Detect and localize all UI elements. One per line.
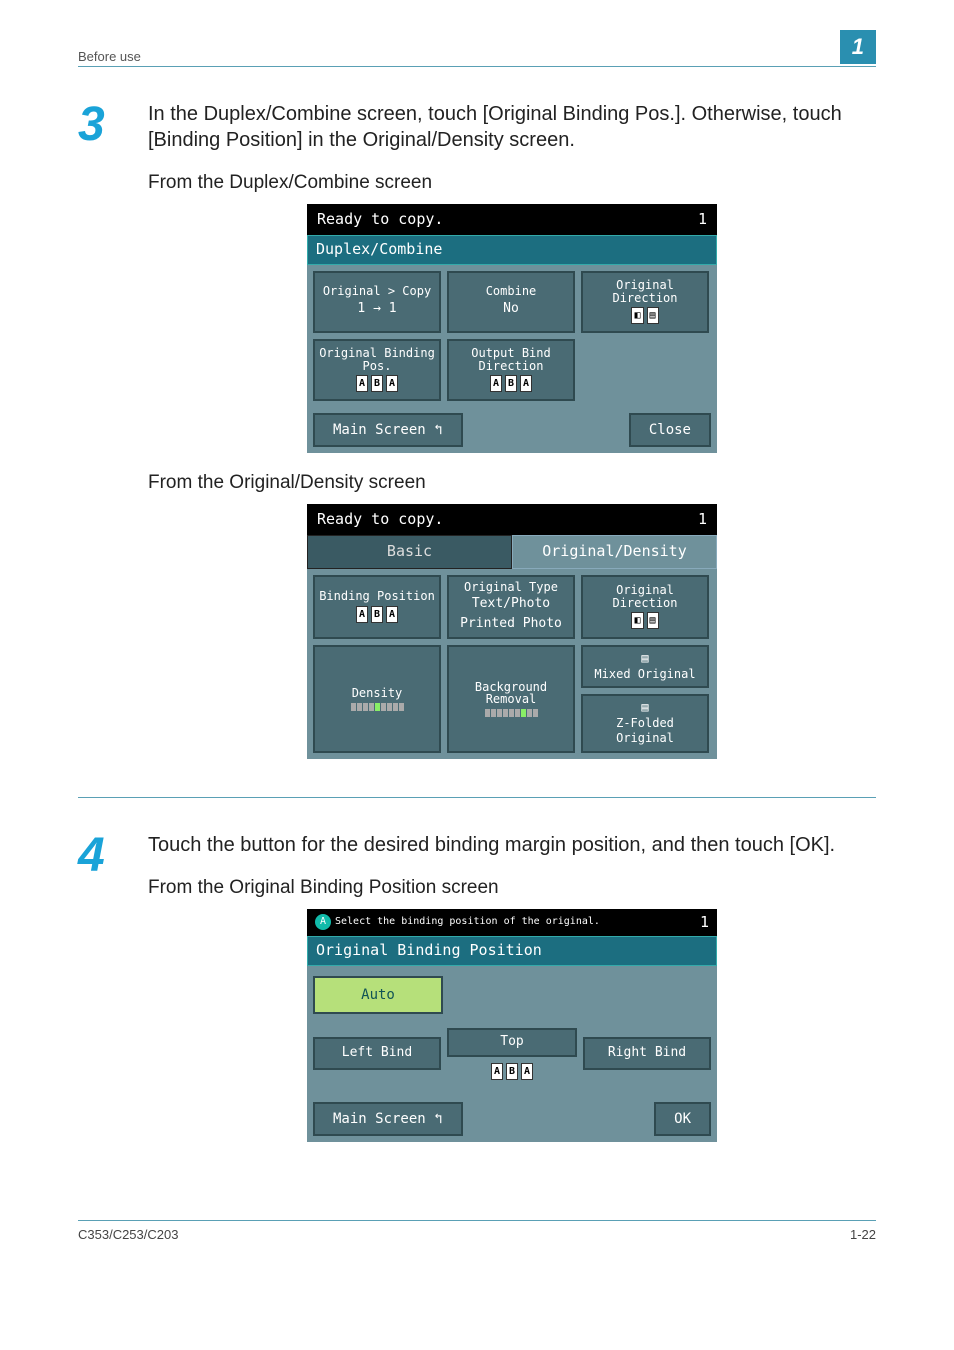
btn-z-folded-original[interactable]: ▤ Z-Folded Original [581, 694, 709, 753]
footer-page: 1-22 [850, 1227, 876, 1242]
screen-title: Original Binding Position [307, 936, 717, 966]
caption-original-density: From the Original/Density screen [148, 471, 876, 496]
ab-icon: ABA [317, 606, 437, 623]
chapter-number: 1 [840, 30, 876, 64]
ab-icon: ABA [317, 375, 437, 392]
status-text: Ready to copy. [317, 510, 443, 530]
btn-original-direction[interactable]: Original Direction ◧▤ [581, 271, 709, 333]
btn-original-copy[interactable]: Original > Copy 1 → 1 [313, 271, 441, 333]
screen-original-density: Ready to copy. 1 Basic Original/Density … [307, 504, 717, 759]
btn-background-removal[interactable]: Background Removal [447, 645, 575, 753]
header-section: Before use [78, 49, 141, 64]
btn-combine[interactable]: Combine No [447, 271, 575, 333]
status-text: Select the binding position of the origi… [335, 916, 600, 927]
step-number-4: 4 [78, 832, 148, 1150]
btn-density[interactable]: Density [313, 645, 441, 753]
screen-duplex-combine: Ready to copy. 1 Duplex/Combine Original… [307, 204, 717, 453]
btn-original-direction[interactable]: Original Direction ◧▤ [581, 575, 709, 639]
btn-original-binding-pos[interactable]: Original Binding Pos. ABA [313, 339, 441, 401]
btn-auto[interactable]: Auto [313, 976, 443, 1014]
tab-basic[interactable]: Basic [307, 535, 512, 569]
direction-icon: ◧▤ [585, 612, 705, 629]
step-number-3: 3 [78, 101, 148, 767]
status-text: Ready to copy. [317, 210, 443, 230]
step4-text: Touch the button for the desired binding… [148, 832, 876, 858]
btn-main-screen[interactable]: Main Screen ↰ [313, 1102, 463, 1136]
doc-icon: ▤ [585, 700, 705, 716]
status-count: 1 [698, 210, 707, 230]
caption-duplex: From the Duplex/Combine screen [148, 171, 876, 196]
btn-left-bind[interactable]: Left Bind [313, 1037, 441, 1070]
info-icon: A [315, 914, 331, 930]
step3-text: In the Duplex/Combine screen, touch [Ori… [148, 101, 876, 153]
btn-close[interactable]: Close [629, 413, 711, 447]
tab-original-density[interactable]: Original/Density [512, 535, 717, 569]
doc-icon: ▤ [585, 651, 705, 667]
footer-model: C353/C253/C203 [78, 1227, 178, 1242]
status-count: 1 [698, 510, 707, 530]
btn-binding-position[interactable]: Binding Position ABA [313, 575, 441, 639]
ab-icon: ABA [491, 1063, 533, 1080]
screen-original-binding-position: A Select the binding position of the orig… [307, 909, 717, 1142]
btn-mixed-original[interactable]: ▤ Mixed Original [581, 645, 709, 688]
direction-icon: ◧▤ [585, 307, 705, 324]
btn-top[interactable]: Top [447, 1028, 577, 1057]
status-count: 1 [700, 913, 709, 933]
bgremoval-bar-icon [451, 709, 571, 717]
ab-icon: ABA [451, 375, 571, 392]
btn-output-bind-direction[interactable]: Output Bind Direction ABA [447, 339, 575, 401]
btn-ok[interactable]: OK [654, 1102, 711, 1136]
btn-original-type[interactable]: Original Type Text/Photo Printed Photo [447, 575, 575, 639]
density-bar-icon [317, 703, 437, 711]
btn-main-screen[interactable]: Main Screen ↰ [313, 413, 463, 447]
screen-title: Duplex/Combine [307, 235, 717, 265]
caption-binding-position: From the Original Binding Position scree… [148, 876, 876, 901]
btn-right-bind[interactable]: Right Bind [583, 1037, 711, 1070]
